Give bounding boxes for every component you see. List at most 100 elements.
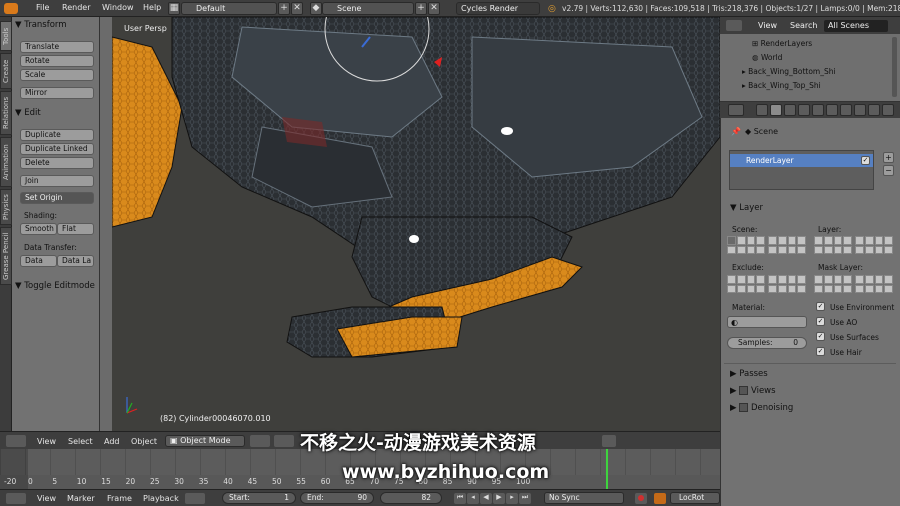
frame-menu[interactable]: Frame xyxy=(107,494,132,503)
properties-editor-type-icon[interactable] xyxy=(728,104,744,116)
scene-tab-icon[interactable] xyxy=(784,104,796,116)
outliner-search-menu[interactable]: Search xyxy=(790,21,817,30)
add-render-layer-icon[interactable]: + xyxy=(883,152,894,163)
view-menu[interactable]: View xyxy=(37,437,56,446)
toggle-editmode-header[interactable]: ▼ Toggle Editmode xyxy=(15,281,95,291)
add-menu[interactable]: Add xyxy=(104,437,120,446)
samples-field[interactable]: Samples: 0 xyxy=(727,337,807,349)
pivot-icon[interactable] xyxy=(274,435,294,447)
views-checkbox-icon[interactable] xyxy=(739,386,749,395)
outliner-scrollbar[interactable] xyxy=(892,37,897,97)
screen-layout-field[interactable]: Default xyxy=(181,2,277,15)
constraints-tab-icon[interactable] xyxy=(826,104,838,116)
exclude-grid-a[interactable] xyxy=(727,275,765,293)
sync-dropdown[interactable]: No Sync xyxy=(544,492,624,504)
use-environment-checkbox[interactable]: ✓ xyxy=(816,302,825,311)
menu-render[interactable]: Render xyxy=(62,3,90,12)
outliner-view-menu[interactable]: View xyxy=(758,21,777,30)
mode-dropdown[interactable]: ▣ Object Mode xyxy=(165,435,245,447)
tab-create[interactable]: Create xyxy=(0,53,12,89)
tab-grease-pencil[interactable]: Grease Pencil xyxy=(0,227,12,285)
layer-layers-grid-a[interactable] xyxy=(814,236,852,254)
outliner-display-dropdown[interactable]: All Scenes xyxy=(824,20,888,32)
edit-header[interactable]: ▼ Edit xyxy=(15,108,41,118)
data-button[interactable]: Data xyxy=(20,255,57,267)
menu-help[interactable]: Help xyxy=(143,3,161,12)
render-tab-icon[interactable] xyxy=(756,104,768,116)
menu-window[interactable]: Window xyxy=(102,3,134,12)
flat-button[interactable]: Flat xyxy=(57,223,94,235)
scene-field[interactable]: Scene xyxy=(322,2,414,15)
material-override-field[interactable]: ◐ xyxy=(727,316,807,328)
passes-panel-header[interactable]: ▶ Passes xyxy=(730,369,768,379)
scene-layers-grid-a[interactable] xyxy=(727,236,765,254)
marker-menu[interactable]: Marker xyxy=(67,494,95,503)
remove-render-layer-icon[interactable]: − xyxy=(883,165,894,176)
3d-viewport[interactable]: User Persp (82) Cylinder00046070.010 xyxy=(112,17,720,447)
world-tab-icon[interactable] xyxy=(798,104,810,116)
use-hair-checkbox[interactable]: ✓ xyxy=(816,347,825,356)
next-keyframe-icon[interactable]: ▸ xyxy=(506,493,518,504)
set-origin-dropdown[interactable]: Set Origin xyxy=(20,192,94,204)
delete-button[interactable]: Delete xyxy=(20,157,94,169)
translate-button[interactable]: Translate xyxy=(20,41,94,53)
play-icon[interactable]: ▶ xyxy=(493,493,505,504)
select-menu[interactable]: Select xyxy=(68,437,93,446)
menu-file[interactable]: File xyxy=(36,3,49,12)
end-frame-field[interactable]: End: 90 xyxy=(300,492,374,504)
jump-end-icon[interactable]: ⏭ xyxy=(519,493,531,504)
use-surfaces-checkbox[interactable]: ✓ xyxy=(816,332,825,341)
scene-layers-grid-b[interactable] xyxy=(768,236,806,254)
object-tab-icon[interactable] xyxy=(812,104,824,116)
prev-keyframe-icon[interactable]: ◂ xyxy=(467,493,479,504)
tab-physics[interactable]: Physics xyxy=(0,189,12,225)
render-layer-item[interactable]: RenderLayer xyxy=(730,154,873,167)
render-layers-tab-icon[interactable] xyxy=(770,104,782,116)
exclude-grid-b[interactable] xyxy=(768,275,806,293)
playback-menu[interactable]: Playback xyxy=(143,494,179,503)
scale-button[interactable]: Scale xyxy=(20,69,94,81)
data-layout-button[interactable]: Data La xyxy=(57,255,94,267)
rotate-button[interactable]: Rotate xyxy=(20,55,94,67)
outliner-row-back-wing-bottom[interactable]: ▸ Back_Wing_Bottom_Shi xyxy=(742,67,836,76)
material-tab-icon[interactable] xyxy=(868,104,880,116)
add-scene-icon[interactable]: + xyxy=(415,2,427,15)
render-engine-dropdown[interactable]: Cycles Render xyxy=(456,2,540,15)
tab-tools[interactable]: Tools xyxy=(0,21,12,51)
smooth-button[interactable]: Smooth xyxy=(20,223,57,235)
add-screen-icon[interactable]: + xyxy=(278,2,290,15)
record-icon[interactable] xyxy=(635,493,647,504)
preview-range-icon[interactable] xyxy=(185,493,205,504)
tab-animation[interactable]: Animation xyxy=(0,137,12,187)
outliner-row-back-wing-top[interactable]: ▸ Back_Wing_Top_Shi xyxy=(742,81,821,90)
layer-layers-grid-b[interactable] xyxy=(855,236,893,254)
viewport-shading-icon[interactable] xyxy=(250,435,270,447)
transform-header[interactable]: ▼ Transform xyxy=(15,20,67,30)
timeline-playhead[interactable] xyxy=(606,449,608,489)
join-button[interactable]: Join xyxy=(20,175,94,187)
start-frame-field[interactable]: Start: 1 xyxy=(222,492,296,504)
keying-set-icon[interactable] xyxy=(654,493,666,504)
remove-scene-icon[interactable]: ✕ xyxy=(428,2,440,15)
denoising-panel-header[interactable]: ▶ Denoising xyxy=(730,403,793,413)
play-reverse-icon[interactable]: ◀ xyxy=(480,493,492,504)
outliner-row-world[interactable]: ◍ World xyxy=(752,53,782,62)
tab-relations[interactable]: Relations xyxy=(0,91,12,135)
texture-tab-icon[interactable] xyxy=(882,104,894,116)
timeline-view-menu[interactable]: View xyxy=(37,494,56,503)
use-ao-checkbox[interactable]: ✓ xyxy=(816,317,825,326)
render-preview-icon[interactable] xyxy=(602,435,616,447)
data-tab-icon[interactable] xyxy=(854,104,866,116)
object-menu[interactable]: Object xyxy=(131,437,157,446)
timeline-editor-icon[interactable] xyxy=(6,493,26,504)
outliner-type-icon[interactable] xyxy=(726,20,742,31)
modifiers-tab-icon[interactable] xyxy=(840,104,852,116)
jump-start-icon[interactable]: ⏮ xyxy=(454,493,466,504)
views-panel-header[interactable]: ▶ Views xyxy=(730,386,776,396)
current-frame-field[interactable]: 82 xyxy=(380,492,442,504)
mask-grid-a[interactable] xyxy=(814,275,852,293)
blender-logo-icon[interactable] xyxy=(4,3,18,14)
mirror-button[interactable]: Mirror xyxy=(20,87,94,99)
mask-grid-b[interactable] xyxy=(855,275,893,293)
layer-panel-header[interactable]: ▼ Layer xyxy=(730,203,763,213)
